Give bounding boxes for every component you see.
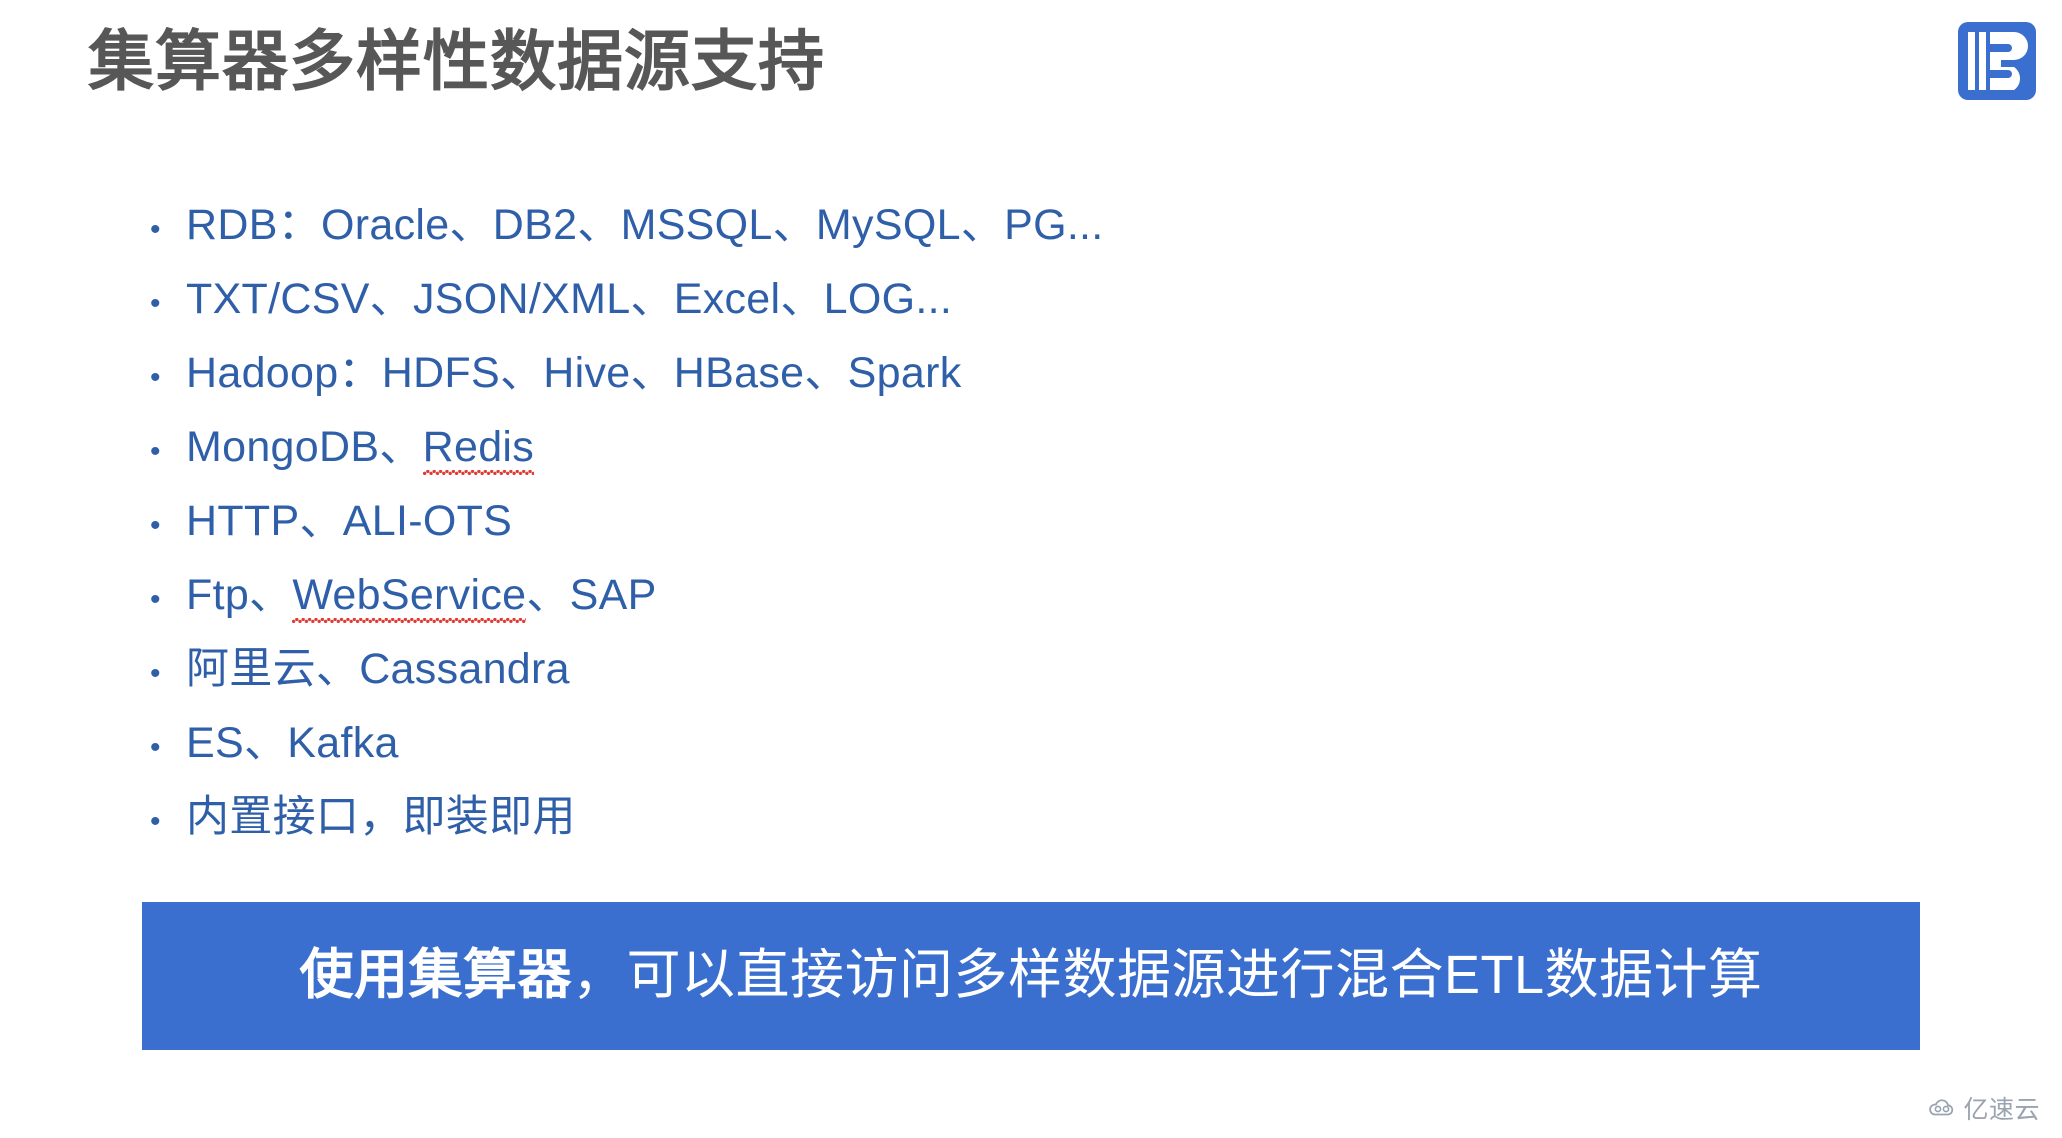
list-item-segment: Hadoop：HDFS、Hive、HBase、Spark: [186, 349, 962, 397]
watermark-label: 亿速云: [1963, 1096, 2040, 1124]
list-item-label: TXT/CSV、JSON/XML、Excel、LOG...: [186, 262, 952, 336]
list-item-segment: Ftp、: [186, 571, 293, 619]
bullet-dot-icon: •: [150, 287, 161, 320]
list-item-label: 内置接口，即装即用: [186, 780, 576, 854]
summary-banner: 使用集算器，可以直接访问多样数据源进行混合ETL数据计算: [142, 902, 1920, 1050]
page-title: 集算器多样性数据源支持: [88, 24, 825, 98]
list-item: • 内置接口，即装即用: [150, 780, 1850, 854]
list-item-segment: MongoDB、: [186, 423, 423, 471]
list-item: • 阿里云、Cassandra: [150, 632, 1850, 706]
list-item-segment: TXT/CSV、JSON/XML、Excel、LOG...: [186, 275, 953, 323]
list-item-label: MongoDB、Redis: [186, 410, 535, 484]
bullet-dot-icon: •: [150, 361, 161, 394]
list-item: • RDB：Oracle、DB2、MSSQL、MySQL、PG...: [150, 188, 1850, 262]
summary-banner-rest: ，可以直接访问多样数据源进行混合ETL数据计算: [571, 945, 1763, 1006]
bullet-dot-icon: •: [150, 657, 161, 690]
list-item-segment: ES、Kafka: [186, 719, 399, 767]
list-item: • MongoDB、Redis: [150, 410, 1850, 484]
list-item-label: HTTP、ALI-OTS: [186, 484, 512, 558]
list-item: • Hadoop：HDFS、Hive、HBase、Spark: [150, 336, 1850, 410]
data-source-list: • RDB：Oracle、DB2、MSSQL、MySQL、PG... • TXT/CS…: [150, 188, 1850, 854]
list-item: • TXT/CSV、JSON/XML、Excel、LOG...: [150, 262, 1850, 336]
list-item-label: Hadoop：HDFS、Hive、HBase、Spark: [186, 336, 962, 410]
list-item-segment: 阿里云、Cassandra: [186, 645, 570, 693]
summary-banner-emphasis: 使用集算器: [299, 945, 572, 1006]
bullet-dot-icon: •: [150, 731, 161, 764]
bullet-dot-icon: •: [150, 435, 161, 468]
list-item: • Ftp、WebService、SAP: [150, 558, 1850, 632]
list-item-segment: 、SAP: [526, 571, 657, 619]
summary-banner-text: 使用集算器，可以直接访问多样数据源进行混合ETL数据计算: [299, 946, 1762, 1005]
bullet-dot-icon: •: [150, 213, 161, 246]
slide-root: 集算器多样性数据源支持 • RDB：Oracle、DB2、MSSQL、MySQL、…: [0, 0, 2062, 1138]
cloud-icon: [1927, 1097, 1957, 1119]
misspelled-word: Redis: [422, 410, 535, 484]
watermark: 亿速云: [1927, 1090, 2040, 1126]
list-item-label: ES、Kafka: [186, 706, 399, 780]
list-item: • ES、Kafka: [150, 706, 1850, 780]
list-item-label: RDB：Oracle、DB2、MSSQL、MySQL、PG...: [186, 188, 1104, 262]
list-item-segment: HTTP、ALI-OTS: [186, 497, 513, 545]
bullet-dot-icon: •: [150, 583, 161, 616]
list-item-label: 阿里云、Cassandra: [186, 632, 570, 706]
misspelled-word: WebService: [292, 558, 527, 632]
list-item-segment: 内置接口，即装即用: [186, 793, 576, 841]
bullet-dot-icon: •: [150, 509, 161, 542]
raqsoft-logo: [1956, 20, 2038, 102]
bullet-dot-icon: •: [150, 805, 161, 838]
list-item-label: Ftp、WebService、SAP: [186, 558, 657, 632]
list-item-segment: RDB：Oracle、DB2、MSSQL、MySQL、PG...: [186, 201, 1104, 249]
list-item: • HTTP、ALI-OTS: [150, 484, 1850, 558]
